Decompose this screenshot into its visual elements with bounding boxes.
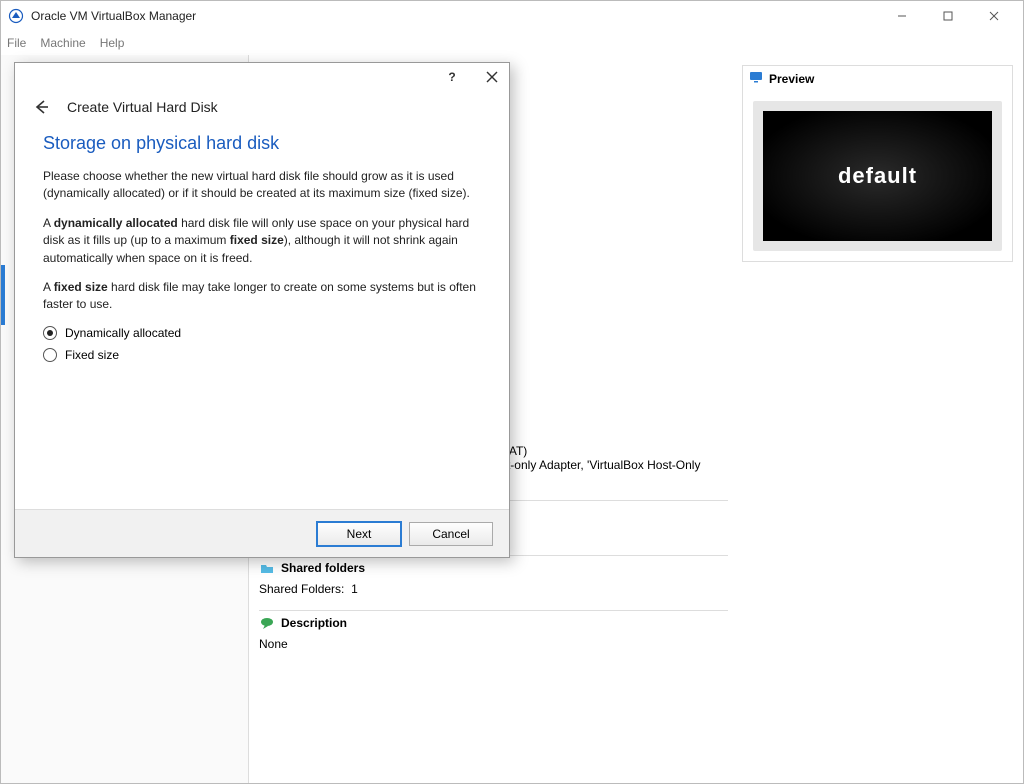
shared-title: Shared folders bbox=[281, 561, 365, 575]
radio-fixed-label: Fixed size bbox=[65, 348, 119, 362]
menu-file[interactable]: File bbox=[7, 36, 26, 50]
minimize-button[interactable] bbox=[879, 2, 925, 30]
menu-machine[interactable]: Machine bbox=[40, 36, 85, 50]
cancel-button[interactable]: Cancel bbox=[409, 522, 493, 546]
menubar: File Machine Help bbox=[1, 31, 1023, 55]
create-disk-dialog: ? Create Virtual Hard Disk Storage on ph… bbox=[14, 62, 510, 558]
radio-fixed[interactable]: Fixed size bbox=[43, 348, 481, 362]
radio-dynamic-label: Dynamically allocated bbox=[65, 326, 181, 340]
dialog-para2: A dynamically allocated hard disk file w… bbox=[43, 215, 481, 267]
titlebar: Oracle VM VirtualBox Manager bbox=[1, 1, 1023, 31]
dialog-footer: Next Cancel bbox=[15, 509, 509, 557]
dialog-titlebar: ? bbox=[15, 63, 509, 91]
dialog-heading: Storage on physical hard disk bbox=[43, 133, 481, 154]
dialog-para1: Please choose whether the new virtual ha… bbox=[43, 168, 481, 203]
shared-val: 1 bbox=[351, 582, 358, 596]
bubble-icon bbox=[259, 615, 275, 631]
next-button[interactable]: Next bbox=[317, 522, 401, 546]
description-value: None bbox=[259, 637, 288, 651]
preview-box: Preview default bbox=[742, 65, 1013, 262]
monitor-icon bbox=[749, 70, 763, 87]
back-button[interactable] bbox=[31, 97, 51, 117]
help-icon: ? bbox=[448, 70, 455, 84]
radio-dynamic[interactable]: Dynamically allocated bbox=[43, 326, 481, 340]
description-title: Description bbox=[281, 616, 347, 630]
radio-icon bbox=[43, 326, 57, 340]
radio-icon bbox=[43, 348, 57, 362]
selected-indicator bbox=[1, 265, 5, 325]
preview-screen: default bbox=[753, 101, 1002, 251]
dialog-head: Create Virtual Hard Disk bbox=[15, 91, 509, 127]
close-button[interactable] bbox=[971, 2, 1017, 30]
description-header[interactable]: Description bbox=[259, 610, 728, 635]
virtualbox-icon bbox=[7, 7, 25, 25]
dialog-para3: A fixed size hard disk file may take lon… bbox=[43, 279, 481, 314]
dialog-title: Create Virtual Hard Disk bbox=[67, 99, 218, 115]
dialog-body: Storage on physical hard disk Please cho… bbox=[15, 127, 509, 509]
folder-icon bbox=[259, 560, 275, 576]
shared-header[interactable]: Shared folders bbox=[259, 555, 728, 580]
window-title: Oracle VM VirtualBox Manager bbox=[31, 9, 879, 23]
maximize-button[interactable] bbox=[925, 2, 971, 30]
preview-panel: Preview default bbox=[738, 55, 1023, 783]
menu-help[interactable]: Help bbox=[100, 36, 125, 50]
window-controls bbox=[879, 2, 1017, 30]
dialog-close-button[interactable] bbox=[483, 68, 501, 86]
preview-label: default bbox=[763, 111, 992, 241]
dialog-help-button[interactable]: ? bbox=[443, 68, 461, 86]
shared-key: Shared Folders: bbox=[259, 582, 344, 596]
preview-title: Preview bbox=[769, 72, 814, 86]
